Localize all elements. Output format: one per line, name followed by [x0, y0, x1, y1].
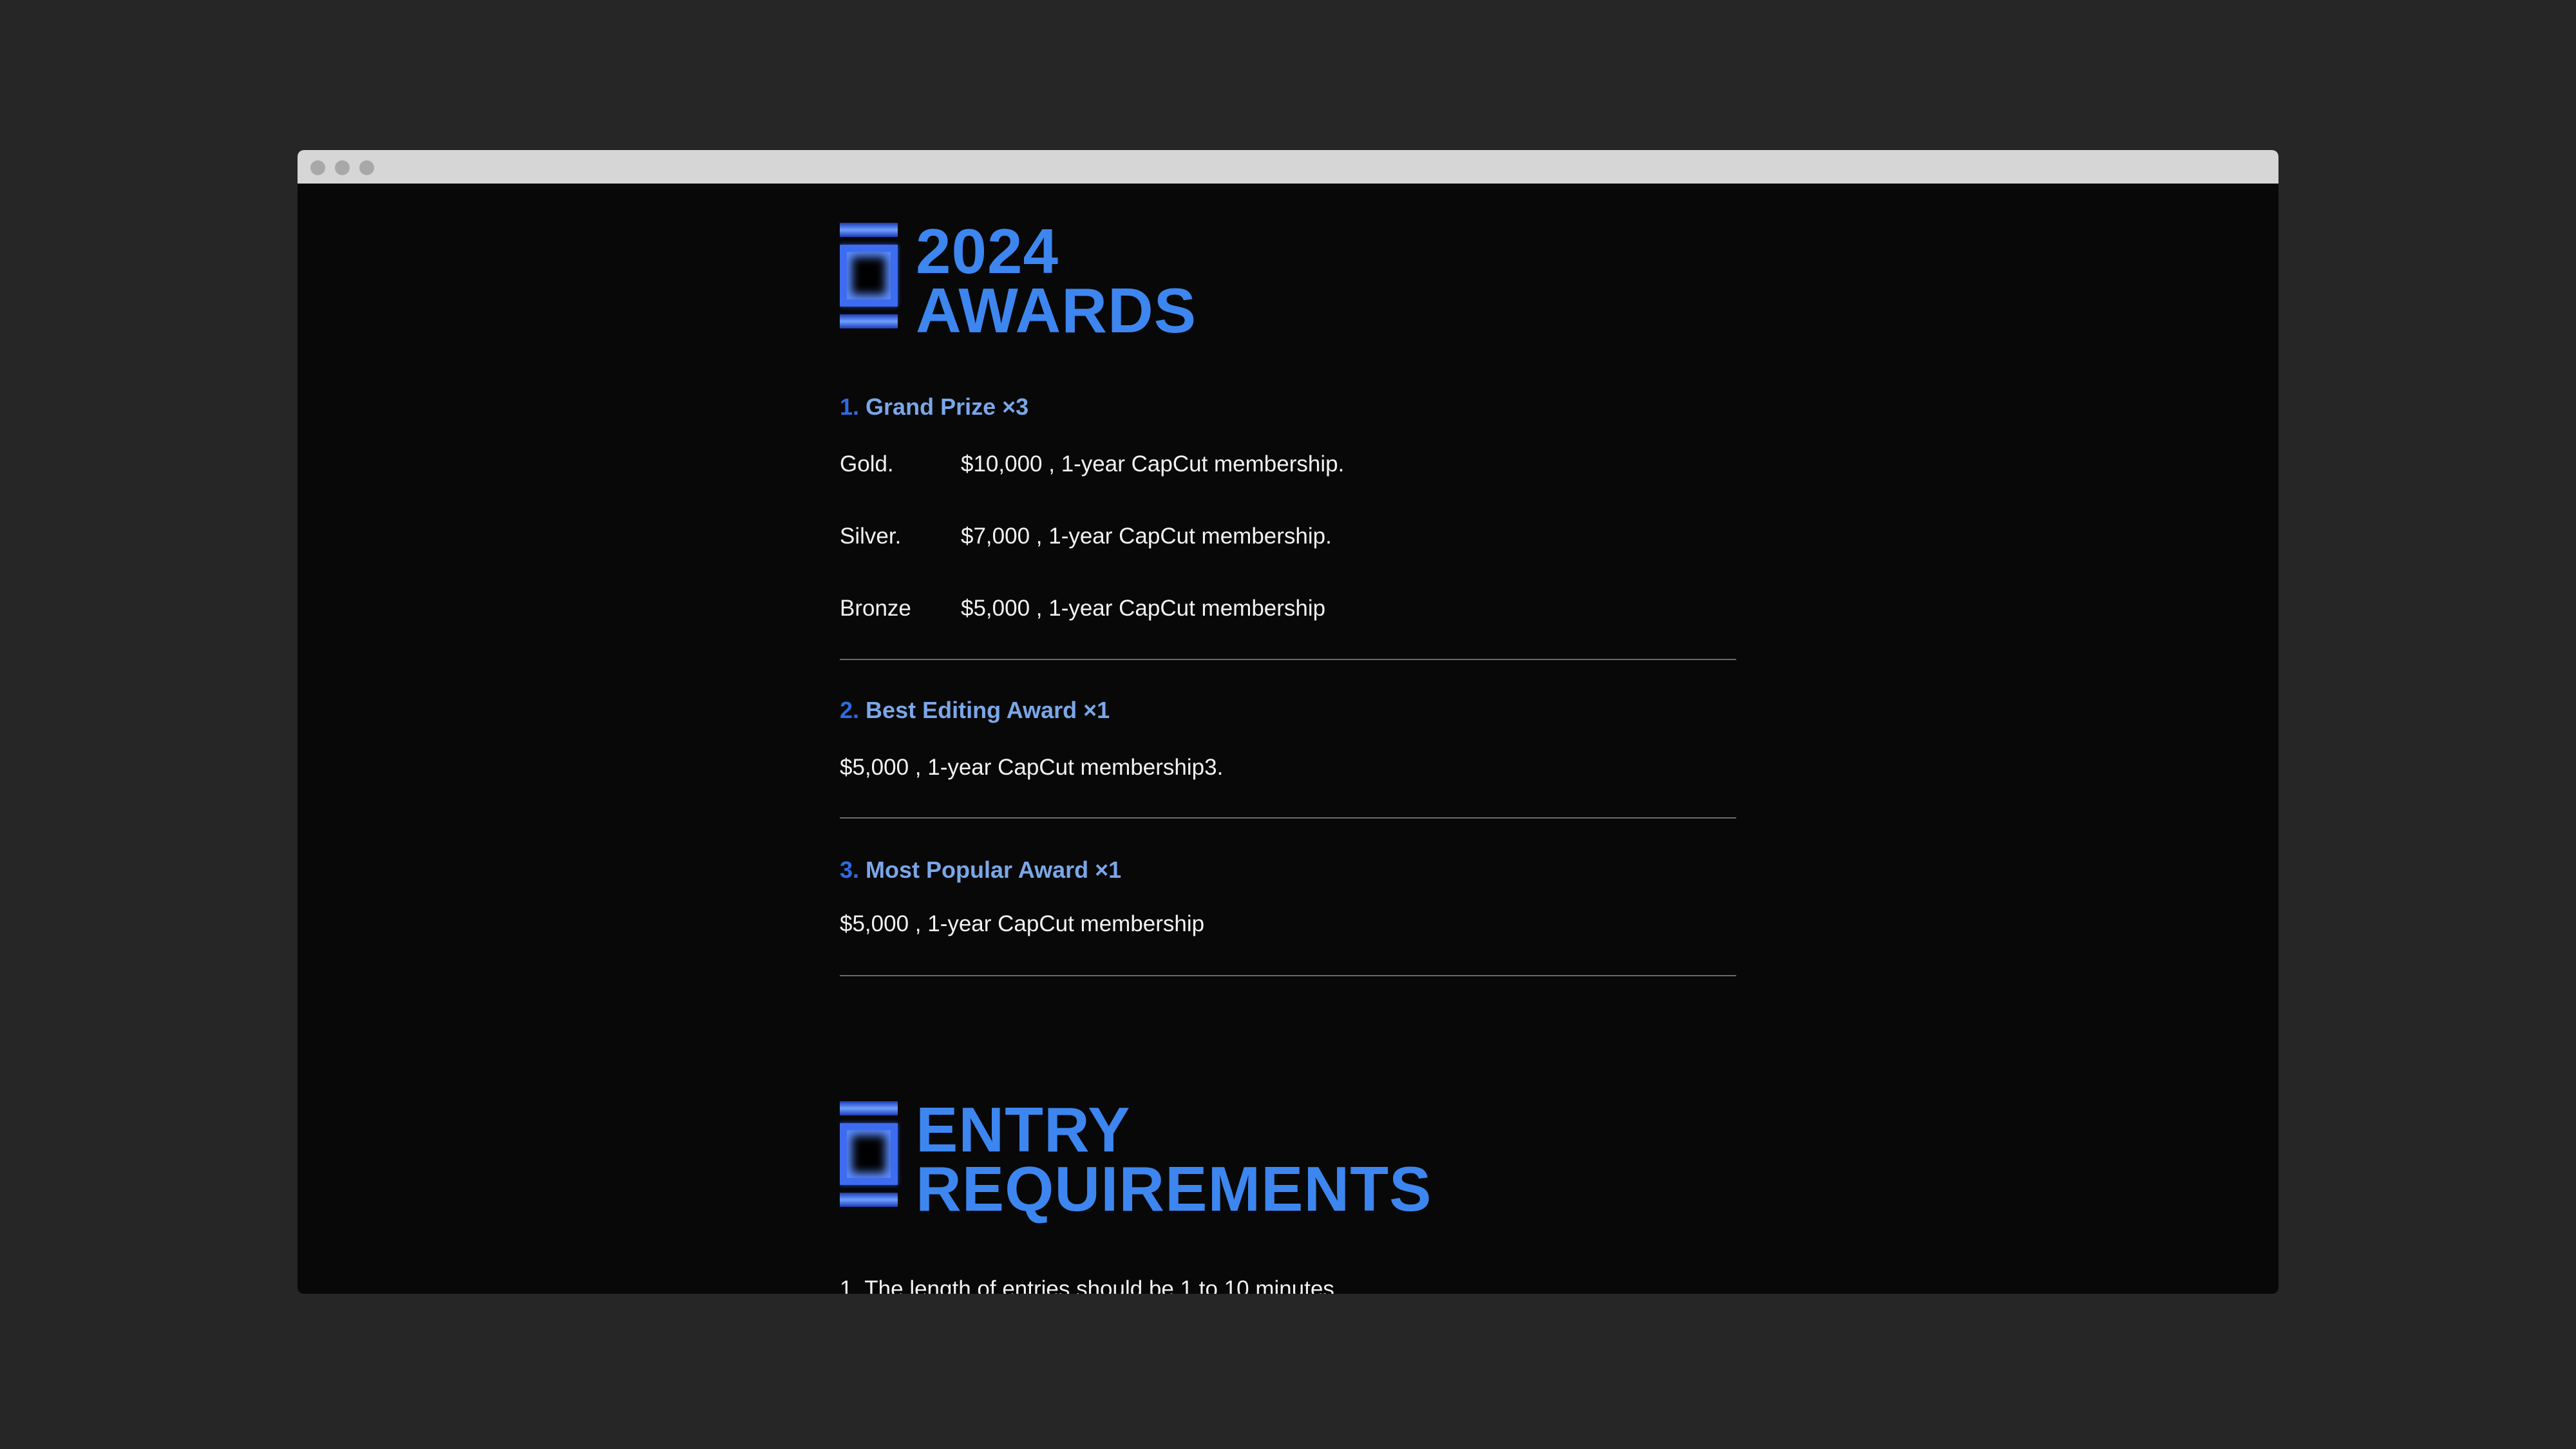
prize-value: $10,000 , 1-year CapCut membership.: [961, 451, 1345, 477]
section-title: ENTRY REQUIREMENTS: [916, 1094, 1432, 1224]
prize-tier: Silver.: [840, 524, 902, 549]
entry-header: ENTRY REQUIREMENTS: [840, 1094, 1432, 1224]
section-title-line1: 2024: [916, 216, 1059, 287]
award-name: Most Popular Award ×1: [866, 857, 1122, 883]
most-popular-prize: $5,000 , 1-year CapCut membership: [840, 911, 1205, 936]
prize-row: Bronze $5,000 , 1-year CapCut membership: [840, 596, 1325, 621]
logo-square: [840, 245, 898, 307]
prize-row: Silver. $7,000 , 1-year CapCut membership…: [840, 524, 1332, 549]
logo-bottom-bar: [840, 314, 898, 328]
award-gap: [859, 697, 866, 723]
logo-square: [840, 1123, 898, 1185]
prize-tier: Bronze: [840, 596, 911, 621]
entry-requirement-item: 1. The length of entries should be 1 to …: [840, 1276, 1334, 1294]
awards-header: 2024 AWARDS: [840, 216, 1197, 346]
logo-top-bar: [840, 1101, 898, 1115]
award-number: 1.: [840, 393, 860, 420]
prize-value: $7,000 , 1-year CapCut membership.: [961, 524, 1332, 549]
section-logo-icon: [840, 1101, 898, 1207]
award-number: 3.: [840, 857, 860, 883]
prize-value: $5,000 , 1-year CapCut membership: [961, 596, 1326, 621]
section-title-line2: AWARDS: [916, 275, 1197, 346]
most-popular-title: 3. Most Popular Award ×1: [840, 857, 1121, 883]
grand-prize-title: 1. Grand Prize ×3: [840, 394, 1028, 420]
window-close-dot[interactable]: [310, 160, 325, 175]
logo-top-bar: [840, 223, 898, 237]
section-title-line1: ENTRY: [916, 1094, 1131, 1165]
section-logo-icon: [840, 223, 898, 328]
award-name: Best Editing Award ×1: [866, 697, 1110, 723]
section-divider: [840, 817, 1736, 819]
window-maximize-dot[interactable]: [359, 160, 374, 175]
best-editing-prize: $5,000 , 1-year CapCut membership3.: [840, 755, 1224, 780]
section-title-line2: REQUIREMENTS: [916, 1153, 1432, 1224]
award-number: 2.: [840, 697, 860, 723]
section-divider: [840, 659, 1736, 660]
window-minimize-dot[interactable]: [335, 160, 350, 175]
window-titlebar: [298, 150, 2278, 184]
section-title: 2024 AWARDS: [916, 216, 1197, 346]
browser-window: 2024 AWARDS 1. Grand Prize ×3 Gold. $10,000 …: [298, 150, 2278, 1294]
best-editing-title: 2. Best Editing Award ×1: [840, 697, 1110, 723]
logo-bottom-bar: [840, 1193, 898, 1207]
award-gap: [859, 393, 866, 420]
page-content: 2024 AWARDS 1. Grand Prize ×3 Gold. $10,000 …: [840, 184, 1736, 1294]
prize-tier: Gold.: [840, 451, 894, 477]
award-gap: [859, 857, 866, 883]
prize-row: Gold. $10,000 , 1-year CapCut membership.: [840, 451, 1344, 477]
award-name: Grand Prize ×3: [866, 393, 1029, 420]
section-divider: [840, 975, 1736, 976]
